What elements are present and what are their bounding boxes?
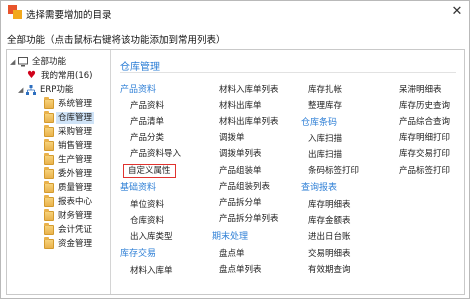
group-query-reports: 查询报表 bbox=[301, 183, 338, 193]
tree-item-voucher[interactable]: 会计凭证 bbox=[44, 223, 94, 236]
function-item[interactable]: 材料入库单 bbox=[130, 266, 173, 277]
function-item[interactable]: 调拨单 bbox=[219, 133, 245, 144]
function-item[interactable]: 产品组装单 bbox=[219, 166, 262, 177]
group-period-end: 期末处理 bbox=[212, 232, 249, 242]
app-icon bbox=[8, 5, 22, 19]
function-item[interactable]: 库存金额表 bbox=[308, 216, 351, 227]
tree-item-warehouse[interactable]: 仓库管理 bbox=[44, 111, 95, 124]
function-item[interactable]: 产品分类 bbox=[130, 133, 164, 144]
folder-icon bbox=[44, 181, 54, 193]
function-item[interactable]: 入库扫描 bbox=[308, 134, 342, 145]
main-panel: ◢ 全部功能 ♥ 我的常用(16) ◢ ERP功能 系统管理 仓库管理 采购管理 销售… bbox=[6, 49, 465, 295]
tree-item-system[interactable]: 系统管理 bbox=[44, 97, 94, 110]
function-item[interactable]: 仓库资料 bbox=[130, 216, 164, 227]
group-warehouse-barcode: 仓库条码 bbox=[301, 118, 338, 128]
function-item[interactable]: 出库扫描 bbox=[308, 150, 342, 161]
folder-icon bbox=[44, 153, 54, 165]
function-item[interactable]: 产品标签打印 bbox=[399, 166, 450, 177]
tree-item-label: 财务管理 bbox=[58, 211, 93, 221]
collapse-icon[interactable]: ◢ bbox=[18, 84, 26, 96]
function-item[interactable]: 呆滞明细表 bbox=[399, 85, 442, 96]
function-item-custom-attribute[interactable]: 自定义属性 bbox=[123, 164, 176, 178]
function-item[interactable]: 进出日台账 bbox=[308, 232, 351, 243]
org-chart-icon bbox=[26, 85, 36, 95]
function-content: 仓库管理 产品资料 产品资料 产品清单 产品分类 产品资料导入 自定义属性 基础… bbox=[112, 50, 464, 294]
group-inventory-trade: 库存交易 bbox=[120, 249, 157, 259]
tree-item-purchase[interactable]: 采购管理 bbox=[44, 125, 94, 138]
tree-item-label: 仓库管理 bbox=[56, 112, 95, 124]
tree-label-favorites: 我的常用(16) bbox=[41, 71, 93, 81]
tree-node-erp[interactable]: ◢ ERP功能 bbox=[18, 84, 75, 96]
function-item[interactable]: 材料出库单列表 bbox=[219, 117, 279, 128]
function-item[interactable]: 整理库存 bbox=[308, 101, 342, 112]
tree-item-finance[interactable]: 财务管理 bbox=[44, 209, 94, 222]
tree-item-label: 销售管理 bbox=[58, 141, 93, 151]
group-basic-info: 基础资料 bbox=[120, 183, 157, 193]
function-item[interactable]: 库存历史查询 bbox=[399, 101, 450, 112]
function-item[interactable]: 产品资料 bbox=[130, 101, 164, 112]
function-item[interactable]: 条码标签打印 bbox=[308, 166, 359, 177]
function-item[interactable]: 有效期查询 bbox=[308, 265, 351, 276]
tree-item-reports[interactable]: 报表中心 bbox=[44, 195, 94, 208]
folder-icon bbox=[44, 111, 54, 123]
tree-item-production[interactable]: 生产管理 bbox=[44, 153, 94, 166]
function-item[interactable]: 库存明细打印 bbox=[399, 133, 450, 144]
folder-icon bbox=[44, 195, 54, 207]
folder-icon bbox=[44, 209, 54, 221]
function-item[interactable]: 产品清单 bbox=[130, 117, 164, 128]
hint-text: 全部功能（点击鼠标右键将该功能添加到常用列表） bbox=[7, 35, 226, 46]
tree-node-root[interactable]: ◢ 全部功能 bbox=[10, 56, 68, 68]
collapse-icon[interactable]: ◢ bbox=[10, 56, 18, 68]
function-tree[interactable]: ◢ 全部功能 ♥ 我的常用(16) ◢ ERP功能 系统管理 仓库管理 采购管理 销售… bbox=[7, 50, 111, 294]
tree-item-label: 生产管理 bbox=[58, 155, 93, 165]
function-item[interactable]: 盘点单列表 bbox=[219, 265, 262, 276]
window-title: 选择需要增加的目录 bbox=[26, 10, 112, 21]
tree-item-label: 会计凭证 bbox=[58, 225, 93, 235]
tree-node-favorites[interactable]: ♥ 我的常用(16) bbox=[27, 70, 94, 82]
function-item[interactable]: 产品综合查询 bbox=[399, 117, 450, 128]
group-product-info: 产品资料 bbox=[120, 85, 157, 95]
function-item[interactable]: 盘点单 bbox=[219, 249, 245, 260]
function-item[interactable]: 产品拆分单 bbox=[219, 198, 262, 209]
tree-item-label: 采购管理 bbox=[58, 127, 93, 137]
section-title: 仓库管理 bbox=[120, 62, 160, 73]
function-item[interactable]: 产品资料导入 bbox=[130, 149, 181, 160]
tree-item-label: 报表中心 bbox=[58, 197, 93, 207]
folder-icon bbox=[44, 223, 54, 235]
computer-icon bbox=[18, 57, 28, 67]
tree-item-label: 质量管理 bbox=[58, 183, 93, 193]
folder-icon bbox=[44, 125, 54, 137]
heart-icon: ♥ bbox=[27, 70, 36, 81]
function-item[interactable]: 库存扎帐 bbox=[308, 85, 342, 96]
function-item[interactable]: 产品组装列表 bbox=[219, 182, 270, 193]
dialog-window: 选择需要增加的目录 ✕ 全部功能（点击鼠标右键将该功能添加到常用列表） ◢ 全部功… bbox=[0, 0, 470, 299]
function-item[interactable]: 调拨单列表 bbox=[219, 149, 262, 160]
function-item[interactable]: 库存明细表 bbox=[308, 200, 351, 211]
tree-label-root: 全部功能 bbox=[32, 57, 67, 67]
tree-item-quality[interactable]: 质量管理 bbox=[44, 181, 94, 194]
title-bar: 选择需要增加的目录 ✕ bbox=[1, 1, 469, 24]
tree-item-sales[interactable]: 销售管理 bbox=[44, 139, 94, 152]
function-item[interactable]: 材料出库单 bbox=[219, 101, 262, 112]
function-item[interactable]: 交易明细表 bbox=[308, 249, 351, 260]
folder-icon bbox=[44, 97, 54, 109]
function-item[interactable]: 产品拆分单列表 bbox=[219, 214, 279, 225]
function-item[interactable]: 材料入库单列表 bbox=[219, 85, 279, 96]
tree-item-outsource[interactable]: 委外管理 bbox=[44, 167, 94, 180]
folder-icon bbox=[44, 237, 54, 249]
tree-label-erp: ERP功能 bbox=[40, 85, 74, 95]
tree-item-label: 委外管理 bbox=[58, 169, 93, 179]
function-item[interactable]: 库存交易打印 bbox=[399, 149, 450, 160]
section-divider bbox=[120, 72, 456, 73]
function-item[interactable]: 单位资料 bbox=[130, 200, 164, 211]
tree-item-label: 系统管理 bbox=[58, 99, 93, 109]
tree-item-label: 资金管理 bbox=[58, 239, 93, 249]
close-icon[interactable]: ✕ bbox=[449, 4, 465, 20]
folder-icon bbox=[44, 167, 54, 179]
tree-item-funds[interactable]: 资金管理 bbox=[44, 237, 94, 250]
function-item[interactable]: 出入库类型 bbox=[130, 232, 173, 243]
folder-icon bbox=[44, 139, 54, 151]
